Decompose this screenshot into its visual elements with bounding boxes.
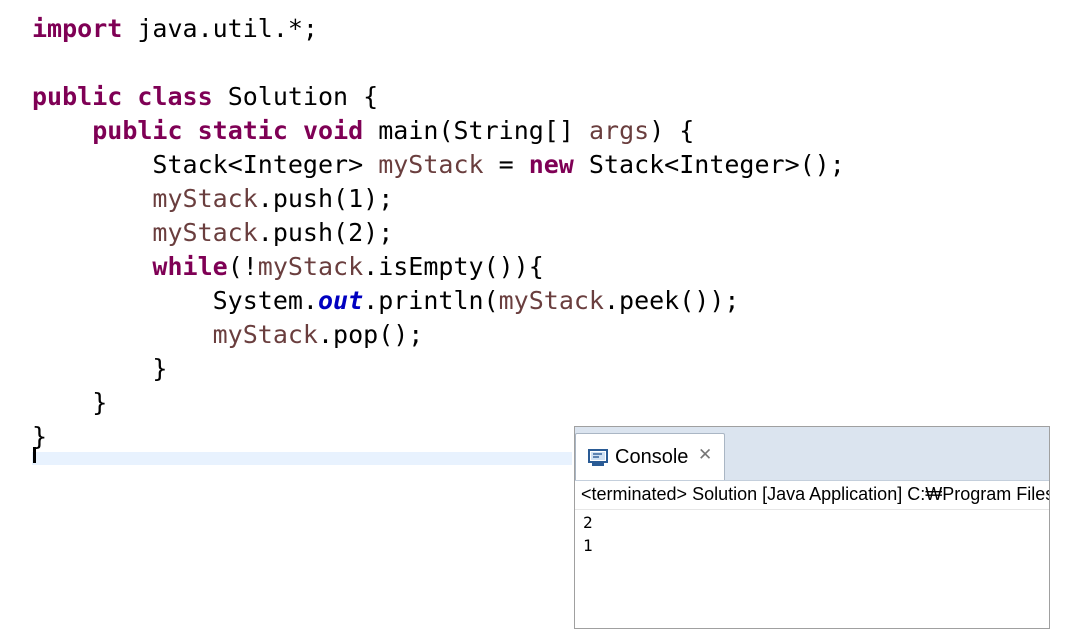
code-token-kw: public xyxy=(32,82,123,111)
code-token: .peek()); xyxy=(603,286,740,315)
console-status-line: <terminated> Solution [Java Application]… xyxy=(581,484,1050,504)
code-line: Stack<Integer> myStack = new Stack<Integ… xyxy=(32,148,845,182)
code-token: java.util.*; xyxy=(122,14,318,43)
code-line: public static void main(String[] args) { xyxy=(32,114,694,148)
code-token: = xyxy=(483,150,529,179)
code-token-kw: void xyxy=(302,116,364,145)
code-token: main(String[] xyxy=(363,116,589,145)
console-output-line: 1 xyxy=(583,536,593,555)
code-token-var: args xyxy=(588,116,650,145)
code-token-var: myStack xyxy=(152,184,258,213)
text-caret xyxy=(33,447,36,463)
code-token-kw: static xyxy=(197,116,288,145)
code-line: } xyxy=(32,386,107,420)
code-token-var: myStack xyxy=(212,320,318,349)
close-icon[interactable]: ✕ xyxy=(698,445,712,465)
code-token: .push(2); xyxy=(257,218,394,247)
code-line: myStack.pop(); xyxy=(32,318,424,352)
code-token: .println( xyxy=(363,286,499,315)
code-token-var: myStack xyxy=(152,218,258,247)
code-token: (! xyxy=(227,252,258,281)
code-token-kw: while xyxy=(152,252,228,281)
code-token-kw: new xyxy=(528,150,574,179)
tab-console[interactable]: Console ✕ xyxy=(575,433,725,480)
code-token: Stack<Integer>(); xyxy=(573,150,845,179)
current-line-highlight xyxy=(32,452,572,465)
code-token-field: out xyxy=(317,286,364,315)
code-line: while(!myStack.isEmpty()){ xyxy=(32,250,544,284)
code-token: } xyxy=(32,388,108,417)
code-token: Solution { xyxy=(212,82,379,111)
console-tab-bar: Console ✕ xyxy=(575,427,1049,481)
code-line: } xyxy=(32,352,167,386)
code-line: public class Solution { xyxy=(32,80,378,114)
code-token-kw: class xyxy=(137,82,213,111)
tab-console-label: Console xyxy=(615,446,689,468)
code-token: System. xyxy=(32,286,318,315)
code-token-var: myStack xyxy=(257,252,364,281)
code-token: .push(1); xyxy=(257,184,394,213)
code-token-var: myStack xyxy=(498,286,604,315)
code-token: Stack<Integer> xyxy=(32,150,379,179)
code-token: .isEmpty()){ xyxy=(363,252,544,281)
code-line: myStack.push(1); xyxy=(32,182,393,216)
console-divider xyxy=(575,509,1049,510)
code-token: .pop(); xyxy=(317,320,424,349)
console-output-line: 2 xyxy=(583,513,593,532)
code-line: import java.util.*; xyxy=(32,12,318,46)
code-token: } xyxy=(32,354,168,383)
console-monitor-icon xyxy=(588,449,608,466)
console-view: Console ✕ <terminated> Solution [Java Ap… xyxy=(574,426,1050,629)
code-token: ) { xyxy=(649,116,695,145)
code-token-var: myStack xyxy=(378,150,484,179)
code-line: System.out.println(myStack.peek()); xyxy=(32,284,740,318)
code-line: myStack.push(2); xyxy=(32,216,393,250)
code-token-kw: public xyxy=(92,116,183,145)
code-token-kw: import xyxy=(32,14,123,43)
